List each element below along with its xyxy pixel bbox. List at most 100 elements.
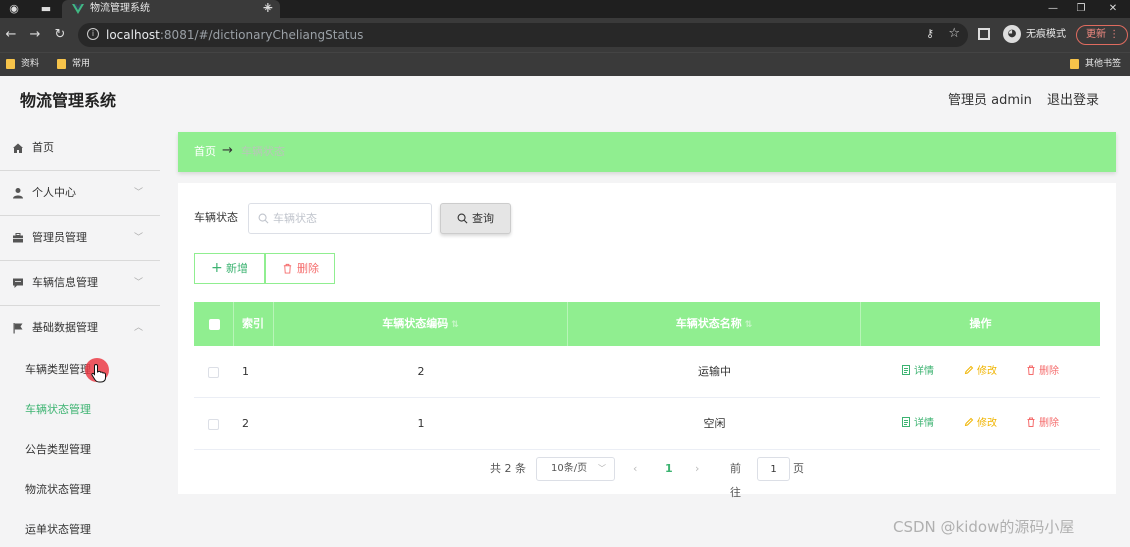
sidebar-subitem-label: 运单状态管理: [25, 523, 91, 536]
incognito-label: 无痕模式: [1026, 29, 1066, 40]
trash-icon: [1027, 417, 1035, 427]
new-tab-icon[interactable]: +: [262, 0, 274, 17]
prev-page-icon[interactable]: ‹: [633, 457, 637, 481]
vue-logo-icon: [72, 4, 84, 14]
search-field[interactable]: [248, 203, 432, 234]
sidebar-item-label: 个人中心: [32, 186, 76, 199]
select-all-cell: [194, 302, 234, 346]
edit-button[interactable]: 修改: [964, 398, 997, 450]
chevron-down-icon: ﹀: [598, 464, 606, 473]
cell-name: 空闲: [703, 417, 726, 430]
hand-cursor-icon: [91, 363, 106, 383]
browser-tab[interactable]: 物流管理系统 ✕: [62, 0, 280, 18]
sidebar-item-label: 首页: [32, 141, 54, 154]
table-row: 2 1 空闲 详情 修改 删除: [194, 398, 1100, 450]
sidebar-item-admin-management[interactable]: 管理员管理 ﹀: [0, 216, 160, 261]
sidebar-subitem-label: 公告类型管理: [25, 443, 91, 456]
select-all-checkbox[interactable]: [209, 319, 220, 330]
chevron-down-icon: ﹀: [134, 278, 144, 288]
header-name[interactable]: 车辆状态名称 ⇅: [568, 302, 861, 346]
header-code[interactable]: 车辆状态编码 ⇅: [274, 302, 568, 346]
batch-delete-button[interactable]: 删除: [265, 253, 335, 284]
cell-name: 运输中: [698, 365, 731, 378]
detail-button[interactable]: 详情: [901, 346, 934, 398]
search-icon: [457, 213, 468, 224]
table-header: 索引 车辆状态编码 ⇅ 车辆状态名称 ⇅ 操作: [194, 302, 1100, 346]
reload-icon[interactable]: ↻: [52, 26, 68, 44]
goto-page-input[interactable]: [757, 457, 790, 481]
row-checkbox[interactable]: [208, 419, 219, 430]
page-size-select[interactable]: 10条/页 ﹀: [536, 457, 615, 481]
page-number[interactable]: 1: [665, 457, 673, 481]
search-label: 车辆状态: [194, 211, 238, 224]
detail-button[interactable]: 详情: [901, 398, 934, 450]
chevron-down-icon: ﹀: [134, 233, 144, 243]
back-icon[interactable]: ←: [3, 26, 19, 44]
document-icon: [902, 417, 910, 427]
trash-icon: [283, 263, 292, 274]
breadcrumb: 首页 → 车辆状态: [178, 132, 1116, 172]
cell-index: 1: [242, 365, 249, 378]
cell-code: 2: [417, 365, 425, 378]
sidebar-subitem-notice-type[interactable]: 公告类型管理: [0, 430, 160, 470]
content-panel: 车辆状态 查询 + 新增 删除: [178, 183, 1116, 499]
forward-icon[interactable]: →: [27, 26, 43, 44]
delete-button[interactable]: 删除: [1026, 398, 1059, 450]
edit-button[interactable]: 修改: [964, 346, 997, 398]
sidebar: 首页 个人中心 ﹀ 管理员管理 ﹀ 车辆信息管理 ﹀ 基础数据管理 ︿ 车辆类型…: [0, 126, 160, 547]
plus-icon: +: [211, 260, 223, 276]
key-icon[interactable]: ⚷: [926, 27, 934, 40]
update-button[interactable]: 更新 ⋮: [1076, 25, 1128, 45]
add-button[interactable]: + 新增: [194, 253, 265, 284]
side-panel-icon[interactable]: [978, 28, 990, 40]
app-title: 物流管理系统: [20, 91, 117, 110]
sidebar-subitem-waybill-status[interactable]: 运单状态管理: [0, 510, 160, 547]
sort-icon[interactable]: ⇅: [451, 320, 459, 330]
sidebar-subitem-vehicle-type[interactable]: 车辆类型管理: [0, 350, 160, 390]
other-bookmarks[interactable]: 其他书签: [1070, 53, 1121, 75]
site-info-icon[interactable]: i: [87, 28, 99, 40]
sidebar-subitem-logistics-status[interactable]: 物流状态管理: [0, 470, 160, 510]
chat-icon: [13, 278, 23, 288]
breadcrumb-home[interactable]: 首页: [194, 132, 216, 172]
pencil-icon: [964, 365, 974, 375]
window-close-icon[interactable]: ✕: [1100, 0, 1126, 18]
bookmark-folder-2[interactable]: 常用: [57, 53, 90, 75]
query-button-label: 查询: [472, 212, 494, 225]
search-input[interactable]: [273, 204, 423, 233]
sidebar-item-basic-data[interactable]: 基础数据管理 ︿: [0, 306, 160, 351]
row-checkbox[interactable]: [208, 367, 219, 378]
query-button[interactable]: 查询: [440, 203, 511, 234]
bookmark-star-icon[interactable]: ☆: [948, 26, 960, 41]
add-button-label: 新增: [226, 262, 248, 275]
search-icon: [258, 213, 269, 224]
page-size-value: 10条/页: [551, 463, 588, 474]
sidebar-item-personal-center[interactable]: 个人中心 ﹀: [0, 171, 160, 216]
globe-icon[interactable]: ◉: [6, 1, 22, 17]
sidebar-subitem-label: 车辆状态管理: [25, 403, 91, 416]
sidebar-subitem-label: 车辆类型管理: [25, 363, 91, 376]
restore-icon[interactable]: ❐: [1068, 0, 1094, 18]
bookmarks-bar: 资料 常用 其他书签: [0, 52, 1130, 76]
delete-button[interactable]: 删除: [1026, 346, 1059, 398]
sidebar-item-label: 管理员管理: [32, 231, 87, 244]
briefcase-icon: [13, 233, 23, 243]
main-content: 首页 → 车辆状态 车辆状态 查询 + 新增 删除: [178, 132, 1116, 547]
minimize-icon[interactable]: —: [1040, 0, 1066, 18]
incognito-icon[interactable]: ◕: [1003, 25, 1021, 43]
header-ops: 操作: [969, 317, 992, 330]
document-icon: [902, 365, 910, 375]
next-page-icon[interactable]: ›: [695, 457, 699, 481]
sidebar-item-home[interactable]: 首页: [0, 126, 160, 171]
chevron-down-icon: ﹀: [134, 188, 144, 198]
bookmark-folder-1[interactable]: 资料: [6, 53, 39, 75]
watermark: CSDN @kidow的源码小屋: [893, 518, 1075, 536]
address-bar[interactable]: i localhost:8081/#/dictionaryCheliangSta…: [78, 23, 968, 47]
sort-icon[interactable]: ⇅: [745, 320, 753, 330]
sidebar-subitem-vehicle-status[interactable]: 车辆状态管理: [0, 390, 160, 430]
tab-title: 物流管理系统: [90, 3, 150, 14]
logout-link[interactable]: 退出登录: [1047, 76, 1099, 126]
cell-code: 1: [417, 417, 425, 430]
sidebar-item-vehicle-info[interactable]: 车辆信息管理 ﹀: [0, 261, 160, 306]
window-icon[interactable]: ▬: [38, 1, 54, 17]
